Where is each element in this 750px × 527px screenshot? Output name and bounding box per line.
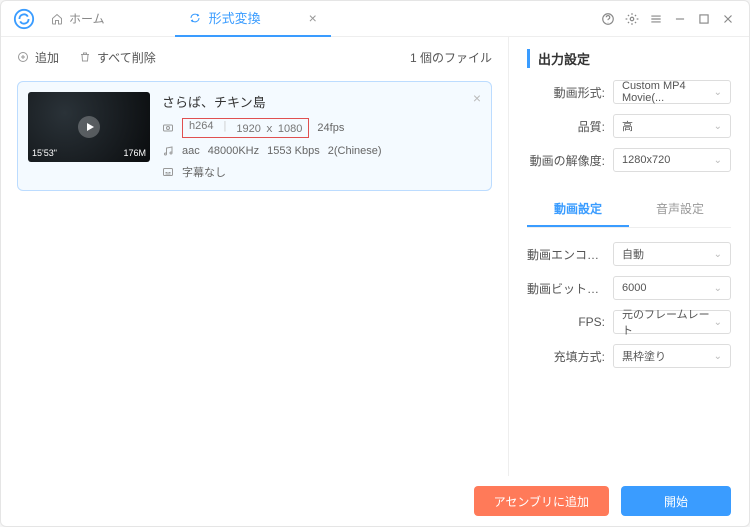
audio-bitrate: 1553 Kbps bbox=[267, 145, 320, 157]
video-thumbnail[interactable]: 15'53" 176M bbox=[28, 92, 150, 162]
settings-gear-icon[interactable] bbox=[625, 12, 639, 26]
subtitle-status: 字幕なし bbox=[182, 164, 226, 180]
chevron-down-icon: ⌄ bbox=[714, 317, 722, 328]
audio-samplerate: 48000KHz bbox=[208, 145, 259, 157]
fill-select[interactable]: 黒枠塗り⌄ bbox=[613, 344, 731, 368]
resolution-label: 動画の解像度: bbox=[527, 152, 605, 169]
subtitle-icon bbox=[162, 166, 174, 178]
minimize-icon[interactable] bbox=[673, 12, 687, 26]
chevron-down-icon: ⌄ bbox=[714, 121, 722, 132]
help-icon[interactable] bbox=[601, 12, 615, 26]
chevron-down-icon: ⌄ bbox=[714, 87, 722, 98]
maximize-icon[interactable] bbox=[697, 12, 711, 26]
chevron-down-icon: ⌄ bbox=[714, 351, 722, 362]
video-size: 176M bbox=[123, 148, 146, 158]
format-label: 動画形式: bbox=[527, 84, 605, 101]
audio-codec: aac bbox=[182, 145, 200, 157]
refresh-icon bbox=[189, 12, 201, 24]
tab-close-button[interactable]: × bbox=[309, 10, 317, 26]
app-logo-icon bbox=[13, 8, 35, 30]
encoder-select[interactable]: 自動⌄ bbox=[613, 242, 731, 266]
file-count: 1 個のファイル bbox=[410, 49, 492, 66]
video-fps: 24fps bbox=[317, 122, 344, 134]
clear-all-button[interactable]: すべて削除 bbox=[79, 49, 156, 66]
format-select[interactable]: Custom MP4 Movie(...⌄ bbox=[613, 80, 731, 104]
close-icon[interactable] bbox=[721, 12, 735, 26]
home-tab[interactable]: ホーム bbox=[41, 10, 115, 27]
add-button[interactable]: 追加 bbox=[17, 49, 59, 66]
bitrate-select[interactable]: 6000⌄ bbox=[613, 276, 731, 300]
chevron-down-icon: ⌄ bbox=[714, 249, 722, 260]
video-codec: h264 bbox=[189, 120, 213, 136]
quality-label: 品質: bbox=[527, 118, 605, 135]
menu-icon[interactable] bbox=[649, 12, 663, 26]
add-to-assembly-button[interactable]: アセンブリに追加 bbox=[474, 486, 609, 516]
video-codec-box: h264 | 1920 ｘ 1080 bbox=[182, 118, 309, 138]
tab-format-convert[interactable]: 形式変換 × bbox=[175, 1, 331, 37]
file-title: さらば、チキン島 bbox=[162, 92, 481, 111]
chevron-down-icon: ⌄ bbox=[714, 155, 722, 166]
file-card[interactable]: × 15'53" 176M さらば、チキン島 h264 | 1920 ｘ 108… bbox=[17, 81, 492, 191]
audio-lang: 2(Chinese) bbox=[328, 145, 382, 157]
home-label: ホーム bbox=[69, 10, 105, 27]
output-section-title: 出力設定 bbox=[527, 49, 731, 68]
start-button[interactable]: 開始 bbox=[621, 486, 731, 516]
video-icon bbox=[162, 122, 174, 134]
play-icon bbox=[78, 116, 100, 138]
chevron-down-icon: ⌄ bbox=[714, 283, 722, 294]
trash-icon bbox=[79, 51, 91, 63]
fill-label: 充填方式: bbox=[527, 348, 605, 365]
resolution-select[interactable]: 1280x720⌄ bbox=[613, 148, 731, 172]
fps-select[interactable]: 元のフレームレート⌄ bbox=[613, 310, 731, 334]
tab-audio-settings[interactable]: 音声設定 bbox=[629, 192, 731, 227]
tab-label: 形式変換 bbox=[209, 8, 261, 27]
clear-label: すべて削除 bbox=[97, 49, 156, 66]
quality-select[interactable]: 高⌄ bbox=[613, 114, 731, 138]
encoder-label: 動画エンコーダ: bbox=[527, 246, 605, 263]
fps-label: FPS: bbox=[527, 315, 605, 329]
card-close-button[interactable]: × bbox=[473, 90, 481, 106]
bitrate-label: 動画ビットレー... bbox=[527, 280, 605, 297]
add-icon bbox=[17, 51, 29, 63]
audio-icon bbox=[162, 145, 174, 157]
tab-video-settings[interactable]: 動画設定 bbox=[527, 192, 629, 227]
home-icon bbox=[51, 13, 63, 25]
video-duration: 15'53" bbox=[32, 148, 57, 158]
video-resolution: 1920 ｘ 1080 bbox=[236, 120, 302, 136]
add-label: 追加 bbox=[35, 49, 59, 66]
